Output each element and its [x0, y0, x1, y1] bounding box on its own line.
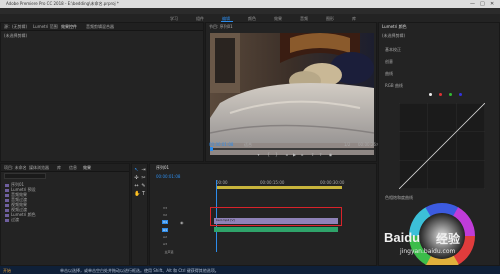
track-select-tool-icon[interactable]: ⇥	[141, 168, 146, 173]
source-tab-row: 源：(无剪辑) Lumetri 范围 效果控件 音频剪辑混合器	[1, 23, 203, 31]
channel-red[interactable]	[439, 93, 442, 96]
section-curves[interactable]: 曲线	[385, 71, 393, 76]
timeline-panel: 序列01 00:00:01:08 00:00 00:00:15:00 00:00…	[149, 163, 377, 266]
tab-audio-clip-mixer[interactable]: 音频剪辑混合器	[86, 24, 114, 29]
title-bar: Adobe Premiere Pro CC 2018 - E:\bedding\…	[0, 0, 500, 8]
fit-dropdown[interactable]: 适合	[244, 142, 252, 147]
playhead-marker[interactable]	[210, 147, 213, 151]
track-toggles: ◉	[180, 220, 190, 225]
section-creative[interactable]: 创意	[385, 59, 393, 64]
channel-blue[interactable]	[459, 93, 462, 96]
step-back-icon[interactable]: ◂	[284, 153, 289, 157]
lumetri-subtitle: (未选择剪辑)	[382, 33, 406, 38]
curves-graph[interactable]	[399, 103, 485, 189]
project-panel: 项目: 未命名 媒体浏览器 库 信息 效果 序列01 Lumetri 预设 音频…	[0, 163, 130, 266]
watermark-site: jingyan.baidu.com	[400, 248, 456, 255]
track-label-a2[interactable]: A2	[162, 235, 168, 239]
add-marker-icon[interactable]: ▾	[256, 153, 261, 157]
taskbar: 开始 单击以选择，或单击空白处并拖动以进行框选。使用 Shift、Alt 和 C…	[0, 266, 500, 274]
minimize-button[interactable]: —	[470, 1, 475, 7]
program-monitor: 节目: 序列01 00:00:01:08 适合 1/2 00:00:26:00 …	[205, 22, 382, 162]
mark-out-icon[interactable]: }	[274, 153, 279, 157]
hue-saturation-label[interactable]: 色相饱和度曲线	[385, 195, 413, 200]
source-panel: 源：(无剪辑) Lumetri 范围 效果控件 音频剪辑混合器 (未选择剪辑)	[0, 22, 204, 162]
watermark-brand: Baidu	[384, 230, 421, 245]
track-label-master: 主声道	[164, 250, 174, 254]
highlight-box	[210, 207, 342, 226]
mark-in-icon[interactable]: {	[266, 153, 271, 157]
workspace-bar: 学习 组件 编辑 颜色 效果 音频 图形 库	[0, 14, 500, 22]
tools-panel: ↖ ⇥ ✣ ✂ ↔ ✎ ✋ T	[131, 163, 148, 266]
slip-tool-icon[interactable]: ↔	[134, 184, 139, 189]
rgb-channel-selectors	[429, 93, 469, 97]
track-label-a3[interactable]: A3	[162, 242, 168, 246]
start-button[interactable]: 开始	[3, 268, 11, 274]
tab-lumetri-scopes[interactable]: Lumetri 范围	[33, 24, 58, 29]
step-forward-icon[interactable]: ▸	[300, 153, 305, 157]
tab-project[interactable]: 项目: 未命名	[4, 165, 27, 170]
ripple-edit-tool-icon[interactable]: ✣	[134, 176, 139, 181]
program-tab[interactable]: 节目: 序列01	[209, 24, 233, 29]
export-frame-icon[interactable]: ◉	[328, 153, 333, 157]
timeline-timecode[interactable]: 00:00:01:08	[156, 174, 180, 179]
bedding-image	[210, 33, 374, 155]
lift-icon[interactable]: ⇧	[310, 153, 315, 157]
effects-search-input[interactable]	[4, 173, 46, 179]
window-title: Adobe Premiere Pro CC 2018 - E:\bedding\…	[6, 1, 119, 6]
project-tab-row: 项目: 未命名 媒体浏览器 库 信息 效果	[1, 164, 129, 172]
track-label-a1[interactable]: A1	[162, 228, 168, 232]
channel-green[interactable]	[449, 93, 452, 96]
tab-libraries[interactable]: 库	[57, 165, 61, 170]
resolution-dropdown[interactable]: 1/2	[344, 142, 350, 147]
eye-icon[interactable]: ◉	[180, 220, 184, 225]
selection-tool-icon[interactable]: ↖	[134, 168, 139, 173]
razor-tool-icon[interactable]: ✂	[141, 176, 146, 181]
ruler-start: 00:00	[216, 180, 228, 185]
ruler-end: 00:00:30:00	[320, 180, 345, 185]
work-area-bar[interactable]	[216, 186, 342, 189]
track-label-v3[interactable]: V3	[162, 206, 168, 210]
tab-info[interactable]: 信息	[69, 165, 77, 170]
hand-tool-icon[interactable]: ✋	[134, 192, 140, 197]
status-text: 单击以选择，或单击空白处并拖动以进行框选。使用 Shift、Alt 和 Ctrl…	[60, 268, 219, 273]
tab-effect-controls[interactable]: 效果控件	[61, 24, 77, 29]
watermark-word: 经验	[436, 232, 461, 246]
list-item[interactable]: 过渡	[5, 217, 19, 222]
timeline-tab[interactable]: 序列01	[156, 165, 169, 170]
maximize-button[interactable]: □	[480, 1, 485, 7]
track-label-v2[interactable]: V2	[162, 213, 168, 217]
lumetri-tab[interactable]: Lumetri 颜色	[382, 24, 407, 29]
transport-controls: ▾ { } ◂ ▶ ▸ ⇧ ⇪ ◉	[256, 153, 336, 159]
playback-scrubber[interactable]	[210, 148, 374, 150]
no-clip-message: (未选择剪辑)	[4, 33, 28, 38]
video-frame	[210, 33, 374, 155]
channel-white[interactable]	[429, 93, 432, 96]
pen-tool-icon[interactable]: ✎	[141, 184, 146, 189]
baidu-watermark: Baidu 经验 jingyan.baidu.com	[378, 228, 500, 264]
folder-icon	[5, 218, 9, 222]
tab-media-browser[interactable]: 媒体浏览器	[29, 165, 49, 170]
extract-icon[interactable]: ⇪	[318, 153, 323, 157]
tab-source[interactable]: 源：(无剪辑)	[4, 24, 27, 29]
close-button[interactable]: ✕	[490, 1, 494, 7]
type-tool-icon[interactable]: T	[141, 192, 146, 197]
tab-effects[interactable]: 效果	[83, 165, 91, 170]
ruler-mid: 00:00:15:00	[260, 180, 285, 185]
section-rgb-curves[interactable]: RGB 曲线	[385, 83, 403, 88]
track-label-v1[interactable]: V1	[162, 220, 168, 224]
play-icon[interactable]: ▶	[292, 153, 297, 157]
section-basic-correction[interactable]: 基本校正	[385, 47, 401, 52]
audio-clip[interactable]	[214, 227, 338, 232]
